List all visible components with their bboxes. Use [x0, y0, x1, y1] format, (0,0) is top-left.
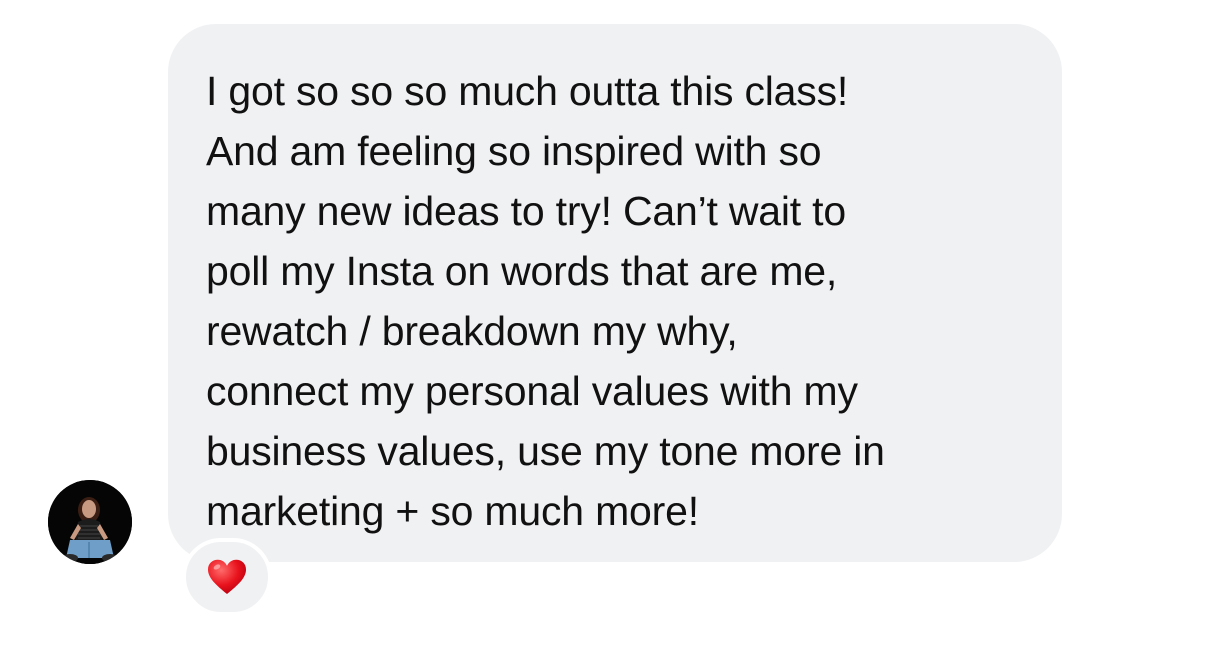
message-text-line: business values, use my tone more in — [206, 428, 885, 474]
message-text-line: And am feeling so inspired with so — [206, 128, 822, 174]
message-text-line: connect my personal values with my — [206, 368, 858, 414]
red-heart-icon — [208, 559, 246, 594]
message-text-line: marketing + so much more! — [206, 488, 699, 534]
sender-avatar[interactable] — [48, 480, 132, 564]
message-text-line: many new ideas to try! Can’t wait to — [206, 188, 846, 234]
message-text-line: poll my Insta on words that are me, — [206, 248, 838, 294]
reaction-badge[interactable] — [182, 538, 272, 616]
user-photo-icon — [48, 480, 132, 564]
message-text-line: I got so so so much outta this class! — [206, 68, 849, 114]
message-bubble[interactable]: I got so so so much outta this class! An… — [168, 24, 1062, 562]
message-text-line: rewatch / breakdown my why, — [206, 308, 738, 354]
